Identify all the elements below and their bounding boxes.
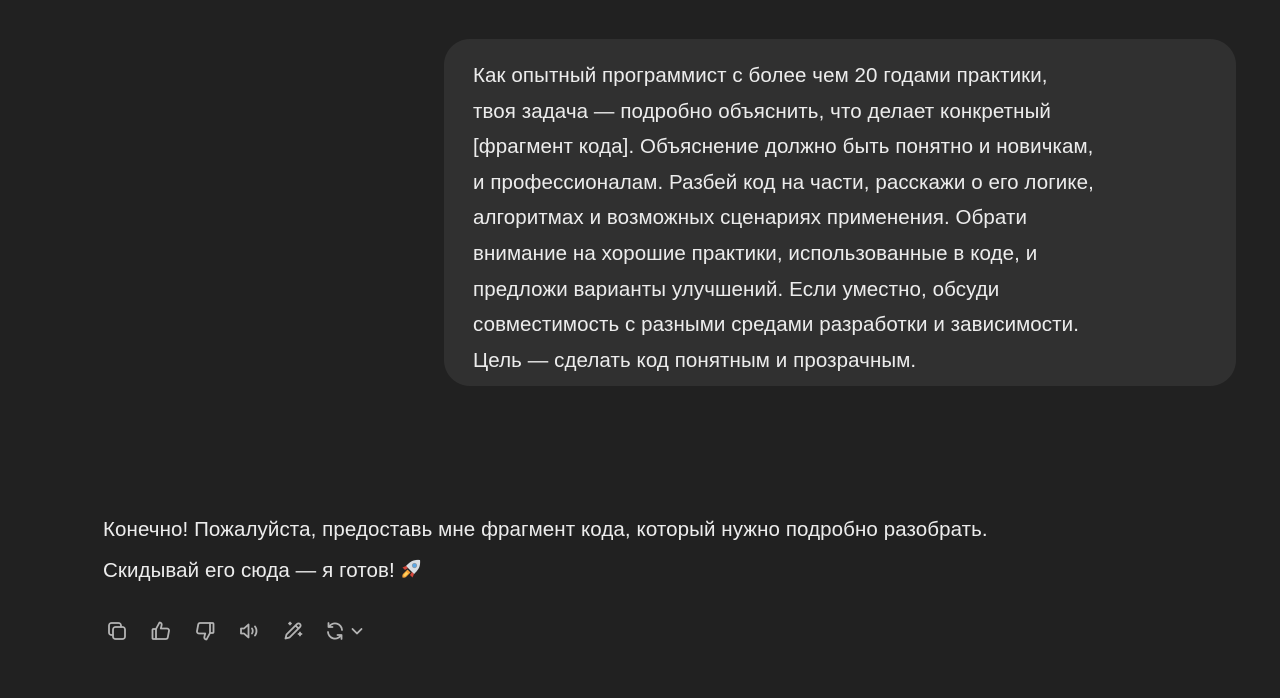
- message-action-bar: [103, 617, 364, 645]
- assistant-message-text: Конечно! Пожалуйста, предоставь мне фраг…: [103, 509, 1243, 591]
- user-message-bubble: Как опытный программист с более чем 20 г…: [444, 39, 1236, 386]
- regenerate-icon: [327, 622, 343, 640]
- user-message-text: Как опытный программист с более чем 20 г…: [473, 64, 1094, 372]
- edit-canvas-button[interactable]: [279, 617, 307, 645]
- assistant-message-body: Конечно! Пожалуйста, предоставь мне фраг…: [103, 518, 988, 582]
- copy-button[interactable]: [103, 617, 131, 645]
- read-aloud-icon: [240, 623, 258, 639]
- copy-icon: [108, 622, 126, 640]
- thumbs-down-icon: [196, 622, 215, 641]
- chevron-down-icon: [351, 628, 363, 635]
- read-aloud-button[interactable]: [235, 617, 263, 645]
- edit-canvas-icon: [284, 621, 303, 640]
- assistant-message: Конечно! Пожалуйста, предоставь мне фраг…: [103, 509, 1243, 591]
- chat-page: Как опытный программист с более чем 20 г…: [0, 0, 1280, 698]
- thumbs-up-icon: [151, 621, 170, 640]
- thumbs-down-button[interactable]: [191, 617, 219, 645]
- thumbs-up-button[interactable]: [147, 617, 175, 645]
- rocket-emoji: [402, 559, 420, 578]
- regenerate-button[interactable]: [323, 617, 364, 645]
